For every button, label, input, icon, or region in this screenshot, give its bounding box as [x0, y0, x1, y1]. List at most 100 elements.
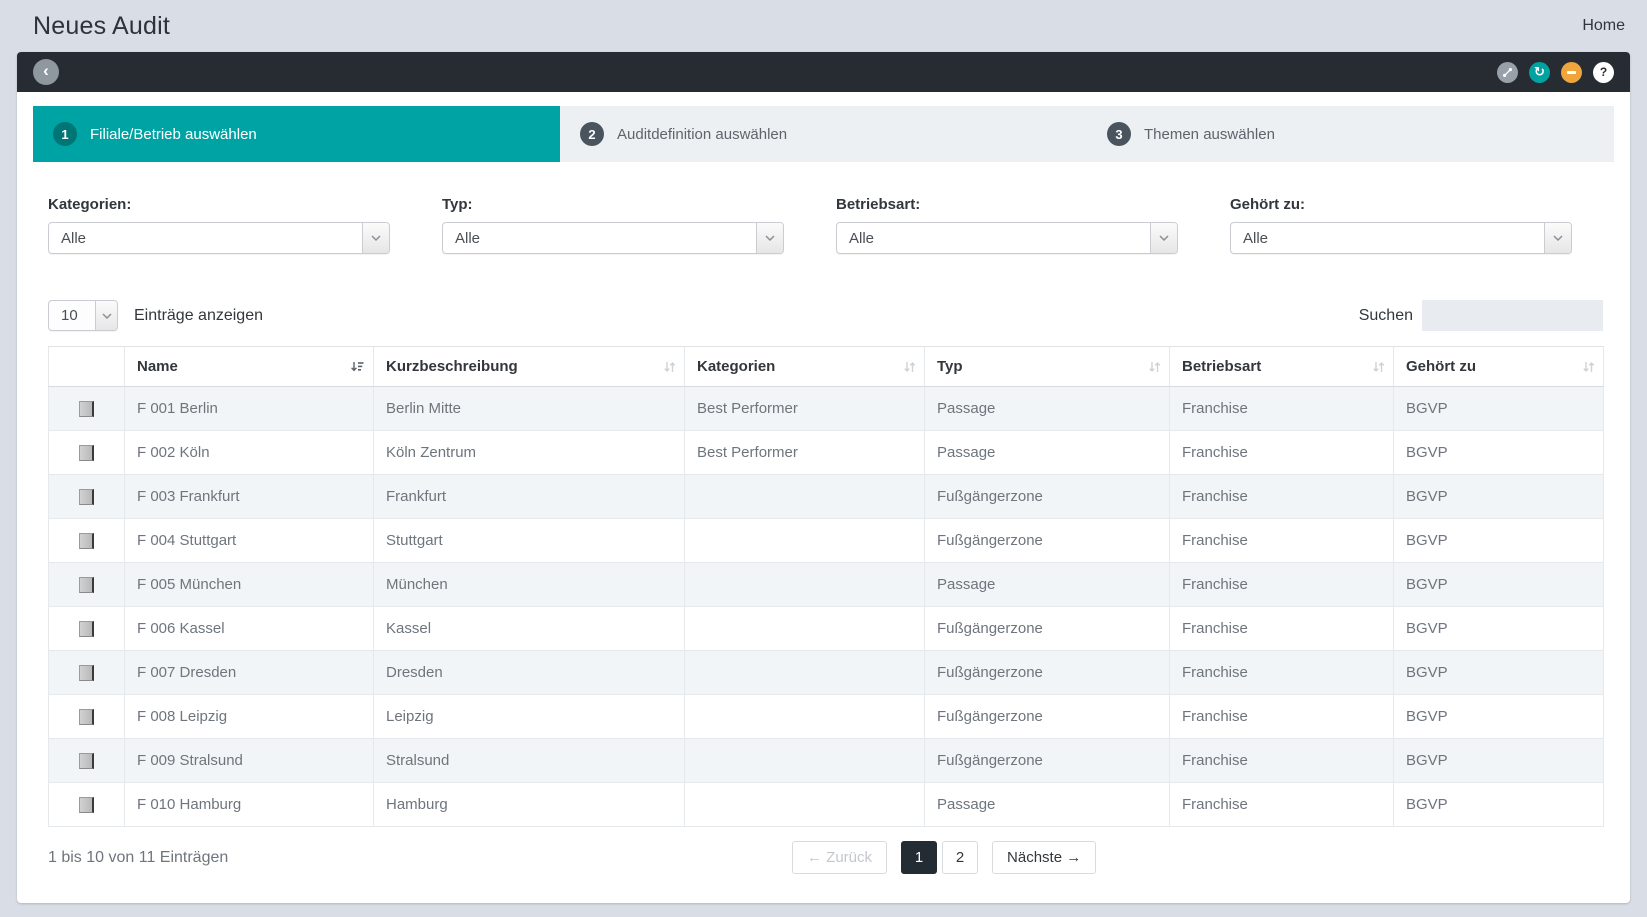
table-cell: München [374, 563, 685, 607]
column-header-kurzbeschreibung[interactable]: Kurzbeschreibung [374, 347, 685, 387]
column-header-kategorien[interactable]: Kategorien [685, 347, 925, 387]
table-cell: Franchise [1170, 387, 1394, 431]
help-button[interactable]: ? [1593, 62, 1614, 83]
row-checkbox[interactable] [79, 665, 94, 681]
table-cell [685, 739, 925, 783]
table-cell: BGVP [1394, 475, 1604, 519]
table-cell: F 003 Frankfurt [125, 475, 374, 519]
table-row: F 008 LeipzigLeipzigFußgängerzoneFranchi… [49, 695, 1604, 739]
table-cell: BGVP [1394, 387, 1604, 431]
table-cell: Fußgängerzone [925, 651, 1170, 695]
row-checkbox-cell [49, 563, 125, 607]
page-title: Neues Audit [33, 12, 170, 41]
table-cell: Dresden [374, 651, 685, 695]
gehoert-zu-select[interactable]: Alle [1230, 222, 1572, 254]
typ-select[interactable]: Alle [442, 222, 784, 254]
table-cell: BGVP [1394, 739, 1604, 783]
row-checkbox[interactable] [79, 577, 94, 593]
table-cell: Stuttgart [374, 519, 685, 563]
row-checkbox[interactable] [79, 445, 94, 461]
table-row: F 006 KasselKasselFußgängerzoneFranchise… [49, 607, 1604, 651]
prev-page-button[interactable]: ← Zurück [792, 841, 887, 874]
table-row: F 002 KölnKöln ZentrumBest PerformerPass… [49, 431, 1604, 475]
table-cell: F 006 Kassel [125, 607, 374, 651]
stores-table-wrapper: NameKurzbeschreibung Kategorien Typ Betrieb… [48, 346, 1603, 827]
column-header-betriebsart[interactable]: Betriebsart [1170, 347, 1394, 387]
table-cell: Franchise [1170, 431, 1394, 475]
stores-table: NameKurzbeschreibung Kategorien Typ Betrieb… [48, 346, 1604, 827]
select-value: Alle [837, 230, 874, 247]
table-cell: BGVP [1394, 519, 1604, 563]
column-header-name[interactable]: Name [125, 347, 374, 387]
row-checkbox-cell [49, 783, 125, 827]
kategorien-select[interactable]: Alle [48, 222, 390, 254]
table-cell [685, 563, 925, 607]
column-header-label: Kategorien [697, 358, 775, 375]
table-cell: Franchise [1170, 651, 1394, 695]
sort-both-icon [1582, 360, 1595, 374]
page-button-2[interactable]: 2 [942, 841, 978, 874]
step-themen[interactable]: 3 Themen auswählen [1087, 106, 1614, 162]
row-checkbox[interactable] [79, 709, 94, 725]
table-cell: Fußgängerzone [925, 475, 1170, 519]
table-cell: BGVP [1394, 695, 1604, 739]
next-page-button[interactable]: Nächste → [992, 841, 1096, 874]
minimize-button[interactable] [1561, 62, 1582, 83]
row-checkbox[interactable] [79, 489, 94, 505]
row-checkbox[interactable] [79, 621, 94, 637]
link-button[interactable] [1497, 62, 1518, 83]
chevron-down-icon [1150, 223, 1177, 253]
sort-both-icon [663, 360, 676, 374]
back-button[interactable]: ‹ [33, 59, 59, 85]
sort-both-icon [1372, 360, 1385, 374]
row-checkbox[interactable] [79, 797, 94, 813]
table-controls: 10 Einträge anzeigen Suchen [48, 300, 1603, 331]
page-length-select[interactable]: 10 [48, 300, 118, 331]
page-button-1[interactable]: 1 [901, 841, 937, 874]
table-cell: Fußgängerzone [925, 695, 1170, 739]
filter-gehoert-zu: Gehört zu: Alle [1230, 196, 1572, 254]
row-checkbox[interactable] [79, 401, 94, 417]
row-checkbox-cell [49, 431, 125, 475]
column-header-typ[interactable]: Typ [925, 347, 1170, 387]
table-footer: 1 bis 10 von 11 Einträgen ← Zurück 1 2 N… [48, 841, 1603, 881]
length-control: 10 Einträge anzeigen [48, 300, 263, 331]
step-number-badge: 1 [53, 122, 77, 146]
filter-label: Typ: [442, 196, 784, 213]
refresh-button[interactable]: ↻ [1529, 62, 1550, 83]
filter-typ: Typ: Alle [442, 196, 784, 254]
main-panel: ‹ ↻ ? 1 Filiale/Betrieb au [17, 52, 1630, 903]
question-icon: ? [1600, 65, 1607, 79]
table-cell: F 005 München [125, 563, 374, 607]
table-cell: Fußgängerzone [925, 739, 1170, 783]
column-header-geh-rt-zu[interactable]: Gehört zu [1394, 347, 1604, 387]
table-row: F 003 FrankfurtFrankfurtFußgängerzoneFra… [49, 475, 1604, 519]
table-cell: Berlin Mitte [374, 387, 685, 431]
table-cell: Best Performer [685, 431, 925, 475]
table-cell: Passage [925, 783, 1170, 827]
table-cell [685, 607, 925, 651]
search-label: Suchen [1359, 307, 1413, 325]
column-header-checkbox [49, 347, 125, 387]
filter-row: Kategorien: Alle Typ: Alle Betriebsart: … [48, 196, 1603, 254]
table-cell: Passage [925, 387, 1170, 431]
column-header-label: Typ [937, 358, 963, 375]
table-row: F 005 MünchenMünchenPassageFranchiseBGVP [49, 563, 1604, 607]
table-cell: F 009 Stralsund [125, 739, 374, 783]
row-checkbox[interactable] [79, 753, 94, 769]
row-checkbox-cell [49, 739, 125, 783]
minus-icon [1567, 71, 1576, 74]
sort-both-icon [903, 360, 916, 374]
row-checkbox[interactable] [79, 533, 94, 549]
chevron-down-icon [1544, 223, 1571, 253]
home-link[interactable]: Home [1582, 17, 1625, 35]
table-cell: Franchise [1170, 695, 1394, 739]
table-cell: BGVP [1394, 783, 1604, 827]
row-checkbox-cell [49, 651, 125, 695]
step-auditdefinition[interactable]: 2 Auditdefinition auswählen [560, 106, 1087, 162]
chevron-down-icon [756, 223, 783, 253]
step-filiale-betrieb[interactable]: 1 Filiale/Betrieb auswählen [33, 106, 560, 162]
table-cell: F 010 Hamburg [125, 783, 374, 827]
betriebsart-select[interactable]: Alle [836, 222, 1178, 254]
search-input[interactable] [1422, 300, 1603, 331]
